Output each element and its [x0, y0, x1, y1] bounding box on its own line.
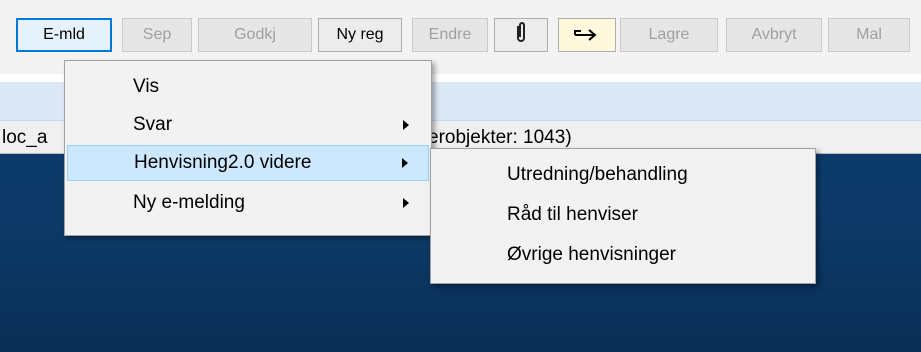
submenu-item-label: Råd til henviser: [507, 204, 638, 225]
transfer-icon: [571, 23, 603, 48]
transfer-button[interactable]: [558, 18, 616, 52]
paperclip-icon: [513, 21, 529, 50]
save-button[interactable]: Lagre: [620, 18, 718, 52]
submenu-item-label: Øvrige henvisninger: [507, 244, 676, 265]
menu-item-svar[interactable]: Svar: [67, 107, 429, 143]
template-button[interactable]: Mal: [828, 18, 910, 52]
menu-item-label: Vis: [133, 76, 160, 97]
status-right-text: erobjekter: 1043): [428, 127, 572, 148]
menu-item-label: Ny e-melding: [133, 192, 245, 213]
submenu-item-ovrige[interactable]: Øvrige henvisninger: [433, 237, 813, 273]
submenu-arrow-icon: [403, 198, 409, 208]
sep-button[interactable]: Sep: [122, 18, 192, 52]
menu-item-label: Svar: [133, 114, 173, 135]
attach-button[interactable]: [494, 18, 548, 52]
menu-item-vis[interactable]: Vis: [67, 69, 429, 105]
submenu-arrow-icon: [402, 158, 408, 168]
submenu-item-utredning[interactable]: Utredning/behandling: [433, 157, 813, 193]
cancel-button[interactable]: Avbryt: [726, 18, 822, 52]
edit-button[interactable]: Endre: [412, 18, 488, 52]
submenu-item-rad-til-henviser[interactable]: Råd til henviser: [433, 197, 813, 233]
menu-item-label: Henvisning2.0 videre: [134, 152, 312, 173]
status-left-text: loc_a: [2, 127, 48, 148]
context-menu: Vis Svar Henvisning2.0 videre Ny e-meldi…: [64, 60, 432, 236]
email-button[interactable]: E-mld: [16, 18, 112, 52]
submenu: Utredning/behandling Råd til henviser Øv…: [430, 148, 816, 284]
new-registration-button[interactable]: Ny reg: [318, 18, 402, 52]
menu-item-ny-e-melding[interactable]: Ny e-melding: [67, 185, 429, 221]
submenu-arrow-icon: [403, 120, 409, 130]
approve-button[interactable]: Godkj: [198, 18, 312, 52]
menu-item-henvisning[interactable]: Henvisning2.0 videre: [67, 145, 429, 181]
submenu-item-label: Utredning/behandling: [507, 164, 688, 185]
